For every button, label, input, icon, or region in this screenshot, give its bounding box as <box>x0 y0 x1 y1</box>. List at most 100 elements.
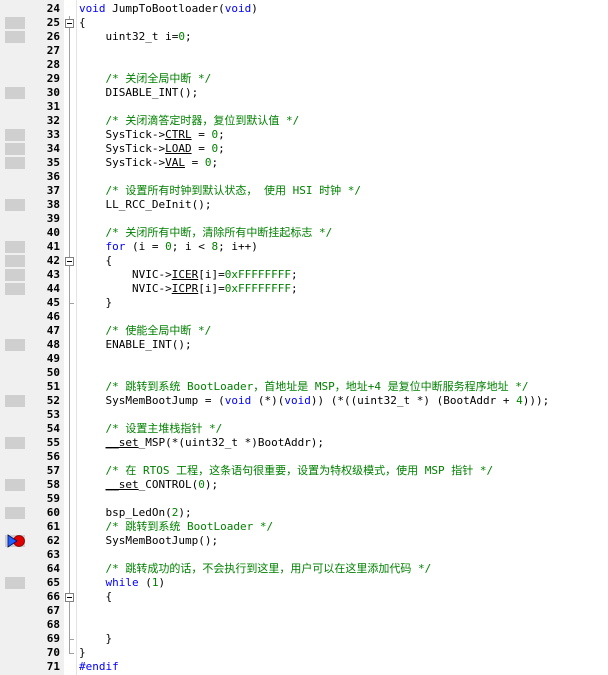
code-line[interactable]: 70} <box>0 646 608 660</box>
code-text[interactable]: /* 使能全局中断 */ <box>79 324 212 338</box>
code-line[interactable]: 54 /* 设置主堆栈指针 */ <box>0 422 608 436</box>
breakpoint-slot[interactable] <box>5 87 25 99</box>
code-line[interactable]: 28 <box>0 58 608 72</box>
code-line[interactable]: 51 /* 跳转到系统 BootLoader，首地址是 MSP，地址+4 是复位… <box>0 380 608 394</box>
breakpoint-slot[interactable] <box>5 241 25 253</box>
code-line[interactable]: 56 <box>0 450 608 464</box>
code-line[interactable]: 64 /* 跳转成功的话，不会执行到这里，用户可以在这里添加代码 */ <box>0 562 608 576</box>
code-line[interactable]: 38 LL_RCC_DeInit(); <box>0 198 608 212</box>
code-text[interactable]: for (i = 0; i < 8; i++) <box>79 240 258 254</box>
code-text[interactable]: { <box>79 254 112 268</box>
code-lines[interactable]: 24 void JumpToBootloader(void) 25 {26 uint3… <box>0 2 608 675</box>
code-text[interactable]: /* 关闭所有中断，清除所有中断挂起标志 */ <box>79 226 333 240</box>
code-line[interactable]: 55 __set_MSP(*(uint32_t *)BootAddr); <box>0 436 608 450</box>
fold-toggle-icon[interactable] <box>64 16 76 30</box>
code-text[interactable]: /* 跳转到系统 BootLoader，首地址是 MSP，地址+4 是复位中断服… <box>79 380 529 394</box>
code-text[interactable]: SysMemBootJump = (void (*)(void)) (*((ui… <box>79 394 549 408</box>
code-line[interactable]: 65 while (1) <box>0 576 608 590</box>
code-line[interactable]: 60 bsp_LedOn(2); <box>0 506 608 520</box>
code-line[interactable]: 41 for (i = 0; i < 8; i++) <box>0 240 608 254</box>
code-text[interactable]: /* 在 RTOS 工程，这条语句很重要，设置为特权级模式，使用 MSP 指针 … <box>79 464 494 478</box>
code-line[interactable]: 71 #endif <box>0 660 608 674</box>
code-line[interactable]: 31 <box>0 100 608 114</box>
code-line[interactable]: 42 { <box>0 254 608 268</box>
code-line[interactable]: 43 NVIC->ICER[i]=0xFFFFFFFF; <box>0 268 608 282</box>
code-line[interactable]: 69 } <box>0 632 608 646</box>
code-text[interactable]: SysTick->LOAD = 0; <box>79 142 224 156</box>
code-line[interactable]: 36 <box>0 170 608 184</box>
code-text[interactable]: /* 跳转成功的话，不会执行到这里，用户可以在这里添加代码 */ <box>79 562 432 576</box>
code-line[interactable]: 53 <box>0 408 608 422</box>
code-text[interactable]: LL_RCC_DeInit(); <box>79 198 211 212</box>
code-line[interactable]: 25 { <box>0 16 608 30</box>
code-text[interactable]: SysTick->VAL = 0; <box>79 156 218 170</box>
code-line[interactable]: 68 <box>0 618 608 632</box>
breakpoint-slot[interactable] <box>5 129 25 141</box>
code-line[interactable]: 32 /* 关闭滴答定时器，复位到默认值 */ <box>0 114 608 128</box>
code-line[interactable]: 40 /* 关闭所有中断，清除所有中断挂起标志 */ <box>0 226 608 240</box>
code-line[interactable]: 47 /* 使能全局中断 */ <box>0 324 608 338</box>
breakpoint-slot[interactable] <box>5 479 25 491</box>
breakpoint-slot[interactable] <box>5 143 25 155</box>
code-line[interactable]: 50 <box>0 366 608 380</box>
code-text[interactable]: /* 设置主堆栈指针 */ <box>79 422 223 436</box>
code-line[interactable]: 33 SysTick->CTRL = 0; <box>0 128 608 142</box>
code-text[interactable]: bsp_LedOn(2); <box>79 506 191 520</box>
code-text[interactable]: __set_CONTROL(0); <box>79 478 219 492</box>
fold-toggle-icon[interactable] <box>64 254 76 268</box>
code-line[interactable]: 46 <box>0 310 608 324</box>
code-text[interactable]: } <box>79 646 86 660</box>
code-line[interactable]: 37 /* 设置所有时钟到默认状态， 使用 HSI 时钟 */ <box>0 184 608 198</box>
code-line[interactable]: 35 SysTick->VAL = 0; <box>0 156 608 170</box>
code-text[interactable]: /* 关闭全局中断 */ <box>79 72 212 86</box>
breakpoint-slot[interactable] <box>5 577 25 589</box>
code-line[interactable]: 48 ENABLE_INT(); <box>0 338 608 352</box>
code-line[interactable]: 45 } <box>0 296 608 310</box>
code-line[interactable]: 24 void JumpToBootloader(void) <box>0 2 608 16</box>
breakpoint-slot[interactable] <box>5 17 25 29</box>
breakpoint-slot[interactable] <box>5 157 25 169</box>
breakpoint-slot[interactable] <box>5 507 25 519</box>
code-editor[interactable]: 24 void JumpToBootloader(void) 25 {26 uint3… <box>0 0 608 675</box>
code-line[interactable]: 44 NVIC->ICPR[i]=0xFFFFFFFF; <box>0 282 608 296</box>
code-text[interactable]: } <box>79 632 112 646</box>
code-text[interactable]: { <box>79 590 112 604</box>
code-line[interactable]: 27 <box>0 44 608 58</box>
code-line[interactable]: 66 { <box>0 590 608 604</box>
code-line[interactable]: 63 <box>0 548 608 562</box>
code-text[interactable]: } <box>79 296 112 310</box>
code-line[interactable]: 39 <box>0 212 608 226</box>
code-line[interactable]: 29 /* 关闭全局中断 */ <box>0 72 608 86</box>
code-line[interactable]: 59 <box>0 492 608 506</box>
code-line[interactable]: 62 SysMemBootJump(); <box>0 534 608 548</box>
code-text[interactable]: SysTick->CTRL = 0; <box>79 128 224 142</box>
breakpoint-slot[interactable] <box>5 339 25 351</box>
code-text[interactable]: { <box>79 16 86 30</box>
breakpoint-slot[interactable] <box>5 437 25 449</box>
code-text[interactable]: while (1) <box>79 576 166 590</box>
fold-toggle-icon[interactable] <box>64 590 76 604</box>
code-line[interactable]: 52 SysMemBootJump = (void (*)(void)) (*(… <box>0 394 608 408</box>
code-line[interactable]: 67 <box>0 604 608 618</box>
code-text[interactable]: /* 关闭滴答定时器，复位到默认值 */ <box>79 114 300 128</box>
code-line[interactable]: 61 /* 跳转到系统 BootLoader */ <box>0 520 608 534</box>
code-text[interactable]: SysMemBootJump(); <box>79 534 218 548</box>
code-line[interactable]: 58 __set_CONTROL(0); <box>0 478 608 492</box>
code-line[interactable]: 57 /* 在 RTOS 工程，这条语句很重要，设置为特权级模式，使用 MSP … <box>0 464 608 478</box>
code-text[interactable]: ENABLE_INT(); <box>79 338 191 352</box>
breakpoint-slot[interactable] <box>5 395 25 407</box>
code-text[interactable]: uint32_t i=0; <box>79 30 191 44</box>
code-text[interactable]: NVIC->ICER[i]=0xFFFFFFFF; <box>79 268 298 282</box>
code-text[interactable]: DISABLE_INT(); <box>79 86 198 100</box>
code-text[interactable]: #endif <box>79 660 119 674</box>
breakpoint-slot[interactable] <box>5 283 25 295</box>
code-line[interactable]: 49 <box>0 352 608 366</box>
code-line[interactable]: 30 DISABLE_INT(); <box>0 86 608 100</box>
code-text[interactable]: void JumpToBootloader(void) <box>79 2 258 16</box>
breakpoint-slot[interactable] <box>5 255 25 267</box>
code-text[interactable]: __set_MSP(*(uint32_t *)BootAddr); <box>79 436 325 450</box>
code-text[interactable]: /* 设置所有时钟到默认状态， 使用 HSI 时钟 */ <box>79 184 361 198</box>
code-text[interactable]: /* 跳转到系统 BootLoader */ <box>79 520 274 534</box>
code-line[interactable]: 26 uint32_t i=0; <box>0 30 608 44</box>
code-line[interactable]: 34 SysTick->LOAD = 0; <box>0 142 608 156</box>
